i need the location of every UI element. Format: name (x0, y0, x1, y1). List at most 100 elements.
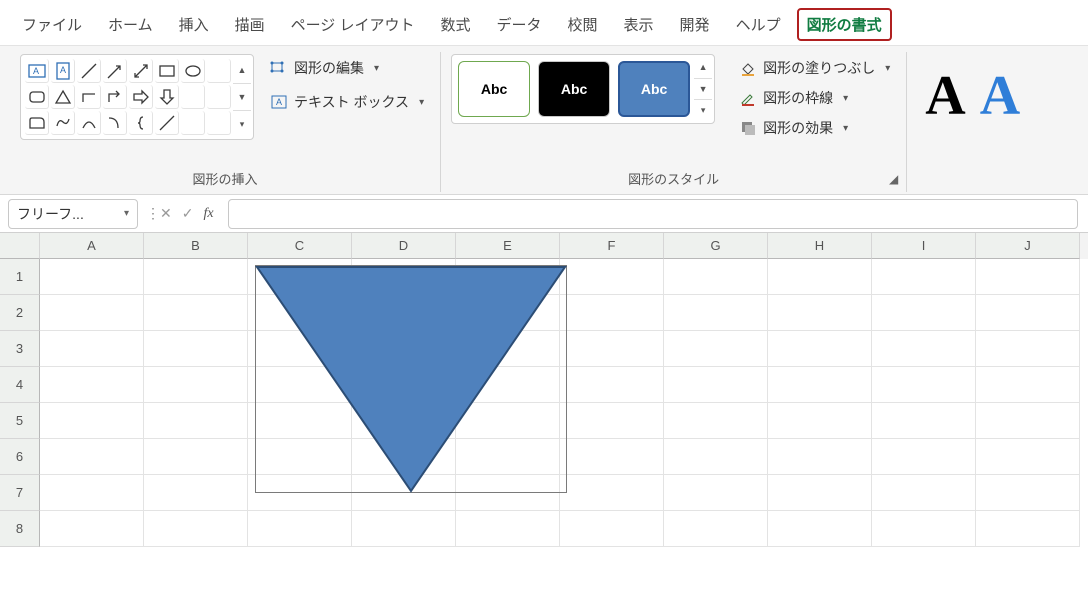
fx-label[interactable]: fx (203, 206, 219, 222)
style-preset-2[interactable]: Abc (538, 61, 610, 117)
cell[interactable] (560, 439, 664, 475)
wordart-preset-1[interactable]: A (925, 64, 965, 128)
style-preset-1[interactable]: Abc (458, 61, 530, 117)
shape-line2-icon[interactable] (155, 111, 179, 135)
row-header[interactable]: 8 (0, 511, 40, 547)
tab-help[interactable]: ヘルプ (726, 8, 791, 41)
tab-home[interactable]: ホーム (98, 8, 163, 41)
cell[interactable] (560, 331, 664, 367)
cell[interactable] (768, 259, 872, 295)
cell[interactable] (976, 475, 1080, 511)
cell[interactable] (40, 367, 144, 403)
shape-blank-icon[interactable] (181, 111, 205, 135)
style-gallery-more-button[interactable]: ▾ (694, 99, 712, 121)
cell[interactable] (768, 475, 872, 511)
shape-fill-button[interactable]: 図形の塗りつぶし ▾ (733, 54, 896, 82)
edit-shape-button[interactable]: 図形の編集 ▾ (264, 54, 430, 82)
row-header[interactable]: 2 (0, 295, 40, 331)
tab-insert[interactable]: 挿入 (169, 8, 219, 41)
col-header[interactable]: D (352, 233, 456, 259)
cell[interactable] (664, 511, 768, 547)
cell[interactable] (40, 259, 144, 295)
col-header[interactable]: E (456, 233, 560, 259)
cell[interactable] (872, 403, 976, 439)
shapes-gallery[interactable]: A A (20, 54, 254, 140)
cell[interactable] (872, 439, 976, 475)
shape-more-icon[interactable] (207, 59, 231, 83)
cell[interactable] (976, 439, 1080, 475)
cell[interactable] (768, 367, 872, 403)
cell[interactable] (664, 475, 768, 511)
shape-brace-left-icon[interactable] (129, 111, 153, 135)
tab-shape-format[interactable]: 図形の書式 (797, 8, 892, 41)
row-header[interactable]: 7 (0, 475, 40, 511)
cell[interactable] (560, 403, 664, 439)
shape-oval-icon[interactable] (181, 59, 205, 83)
cell[interactable] (976, 367, 1080, 403)
tab-data[interactable]: データ (487, 8, 552, 41)
shape-style-gallery[interactable]: Abc Abc Abc ▲ ▼ ▾ (451, 54, 715, 124)
shape-roundrect-icon[interactable] (25, 85, 49, 109)
cell[interactable] (40, 295, 144, 331)
shape-right-arrow-icon[interactable] (129, 85, 153, 109)
shape-tab-icon[interactable] (25, 111, 49, 135)
cancel-formula-button[interactable]: ✕ (160, 205, 172, 222)
shape-arrow-line-icon[interactable] (103, 59, 127, 83)
col-header[interactable]: C (248, 233, 352, 259)
shape-effects-button[interactable]: 図形の効果 ▾ (733, 114, 896, 142)
cell[interactable] (872, 331, 976, 367)
cell[interactable] (664, 331, 768, 367)
tab-file[interactable]: ファイル (12, 8, 92, 41)
cell[interactable] (144, 367, 248, 403)
shape-freeform-icon[interactable] (51, 111, 75, 135)
cell[interactable] (768, 439, 872, 475)
cell[interactable] (560, 295, 664, 331)
cell[interactable] (144, 475, 248, 511)
shape-double-arrow-icon[interactable] (129, 59, 153, 83)
cell[interactable] (872, 259, 976, 295)
style-gallery-down-button[interactable]: ▼ (694, 78, 712, 100)
cell[interactable] (560, 259, 664, 295)
shape-triangle-icon[interactable] (51, 85, 75, 109)
shape-textbox-v-icon[interactable]: A (51, 59, 75, 83)
cell[interactable] (872, 511, 976, 547)
col-header[interactable]: H (768, 233, 872, 259)
text-box-button[interactable]: A テキスト ボックス ▾ (264, 88, 430, 116)
shape-elbow-arrow-icon[interactable] (103, 85, 127, 109)
cell[interactable] (664, 403, 768, 439)
name-box[interactable]: フリーフ... ▾ (8, 199, 138, 229)
gallery-down-button[interactable]: ▼ (233, 83, 251, 110)
shape-line-icon[interactable] (77, 59, 101, 83)
style-gallery-up-button[interactable]: ▲ (694, 57, 712, 78)
shape-more2-icon[interactable] (207, 85, 231, 109)
shape-arc-icon[interactable] (77, 111, 101, 135)
tab-review[interactable]: 校閲 (558, 8, 608, 41)
tab-developer[interactable]: 開発 (670, 8, 720, 41)
col-header[interactable]: J (976, 233, 1080, 259)
row-header[interactable]: 4 (0, 367, 40, 403)
tab-view[interactable]: 表示 (614, 8, 664, 41)
cell[interactable] (144, 403, 248, 439)
cell[interactable] (976, 331, 1080, 367)
shape-textbox-h-icon[interactable]: A (25, 59, 49, 83)
col-header[interactable]: G (664, 233, 768, 259)
cell[interactable] (40, 331, 144, 367)
gallery-more-button[interactable]: ▾ (233, 110, 251, 137)
cell[interactable] (768, 295, 872, 331)
cell[interactable] (664, 439, 768, 475)
cell[interactable] (768, 331, 872, 367)
cell[interactable] (872, 295, 976, 331)
formula-input[interactable] (228, 199, 1078, 229)
cell[interactable] (664, 259, 768, 295)
shape-down-arrow-icon[interactable] (155, 85, 179, 109)
cell[interactable] (40, 511, 144, 547)
row-header[interactable]: 1 (0, 259, 40, 295)
tab-draw[interactable]: 描画 (225, 8, 275, 41)
cell[interactable] (248, 511, 352, 547)
row-header[interactable]: 5 (0, 403, 40, 439)
cell[interactable] (664, 295, 768, 331)
shape-star-icon[interactable] (181, 85, 205, 109)
cell[interactable] (976, 259, 1080, 295)
cell[interactable] (768, 511, 872, 547)
name-box-dropdown-icon[interactable]: ▾ (124, 208, 129, 219)
